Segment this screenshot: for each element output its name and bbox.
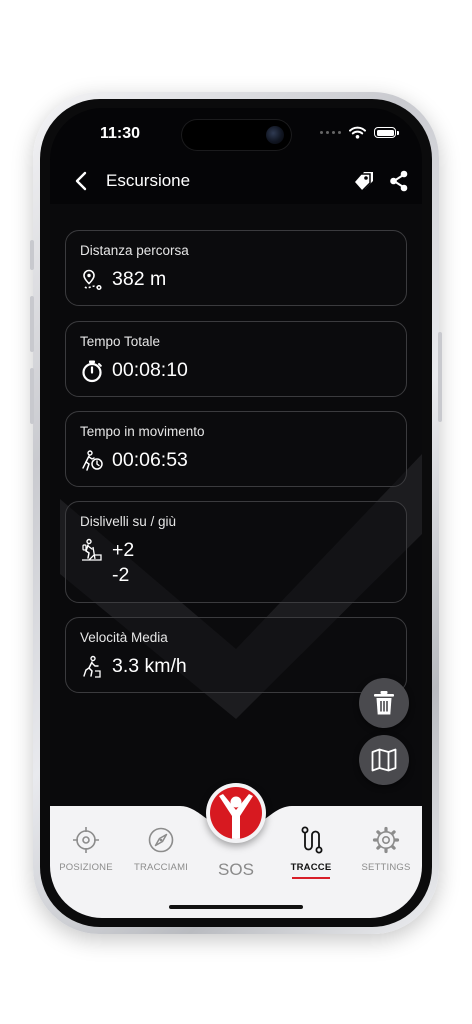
status-time: 11:30 — [100, 125, 141, 142]
back-button[interactable] — [70, 168, 92, 194]
distance-label: Distanza percorsa — [80, 243, 189, 258]
home-indicator — [169, 905, 303, 909]
crosshair-icon — [73, 827, 99, 853]
elevation-down-value: -2 — [112, 564, 130, 586]
elevation-hiker-icon — [82, 538, 102, 561]
average-speed-label: Velocità Media — [80, 630, 168, 645]
sos-label: SOS — [218, 860, 254, 879]
status-icons — [320, 126, 399, 139]
chevron-left-icon — [75, 171, 87, 191]
elevation-label: Dislivelli su / giù — [80, 514, 177, 529]
gear-icon — [372, 826, 400, 854]
stopwatch-icon — [82, 360, 102, 383]
compass-icon — [148, 827, 174, 853]
sos-person-icon — [219, 794, 253, 839]
map-button[interactable] — [359, 735, 409, 785]
tab-settings-label: SETTINGS — [361, 862, 411, 873]
tab-posizione-label: POSIZIONE — [59, 862, 113, 873]
power-button — [438, 332, 442, 422]
elevation-card: Dislivelli su / giù +2 -2 — [65, 501, 407, 603]
moving-time-icon — [82, 450, 103, 471]
map-icon — [371, 748, 397, 772]
tab-tracce[interactable]: TRACCE — [275, 826, 347, 886]
average-speed-card: Velocità Media 3.3 km/h — [65, 617, 407, 693]
silent-switch — [30, 240, 34, 270]
volume-down-button — [30, 368, 34, 424]
share-button[interactable] — [388, 169, 410, 193]
moving-time-label: Tempo in movimento — [80, 424, 205, 439]
share-icon — [390, 170, 408, 192]
walking-speed-icon — [83, 655, 101, 678]
tab-settings[interactable]: SETTINGS — [350, 826, 422, 886]
content-area: Distanza percorsa 382 m Tempo Totale 00:… — [50, 204, 422, 824]
tab-tracce-label: TRACCE — [290, 862, 332, 873]
tags-icon — [353, 172, 373, 193]
moving-time-card: Tempo in movimento 00:06:53 — [65, 411, 407, 487]
moving-time-value: 00:06:53 — [112, 449, 188, 471]
camera-icon — [266, 126, 284, 144]
elevation-up-value: +2 — [112, 539, 135, 561]
total-time-card: Tempo Totale 00:08:10 — [65, 321, 407, 397]
sos-button-inner — [210, 787, 262, 839]
delete-button[interactable] — [359, 678, 409, 728]
trash-icon — [374, 691, 394, 715]
tab-posizione[interactable]: POSIZIONE — [50, 826, 122, 886]
active-tab-indicator — [292, 877, 330, 879]
screen: 11:30 Escursione Distanza percorsa 382 m… — [50, 108, 422, 918]
battery-icon — [374, 127, 399, 138]
distance-value: 382 m — [112, 268, 167, 290]
volume-up-button — [30, 296, 34, 352]
navigation-bar: Escursione — [50, 158, 422, 204]
signal-dots-icon — [320, 131, 341, 134]
dynamic-island — [181, 119, 292, 151]
distance-card: Distanza percorsa 382 m — [65, 230, 407, 306]
route-pin-icon — [83, 269, 102, 291]
total-time-value: 00:08:10 — [112, 359, 188, 381]
sos-button[interactable] — [206, 783, 266, 843]
tag-button[interactable] — [352, 169, 376, 193]
average-speed-value: 3.3 km/h — [112, 655, 187, 677]
page-title: Escursione — [106, 171, 191, 190]
tab-tracciami-label: TRACCIAMI — [133, 862, 189, 873]
track-path-icon — [301, 826, 323, 854]
tab-tracciami[interactable]: TRACCIAMI — [125, 826, 197, 886]
wifi-icon — [349, 126, 366, 139]
tab-bar: POSIZIONE TRACCIAMI SOS TRACCE SETTINGS — [50, 783, 422, 918]
total-time-label: Tempo Totale — [80, 334, 161, 349]
